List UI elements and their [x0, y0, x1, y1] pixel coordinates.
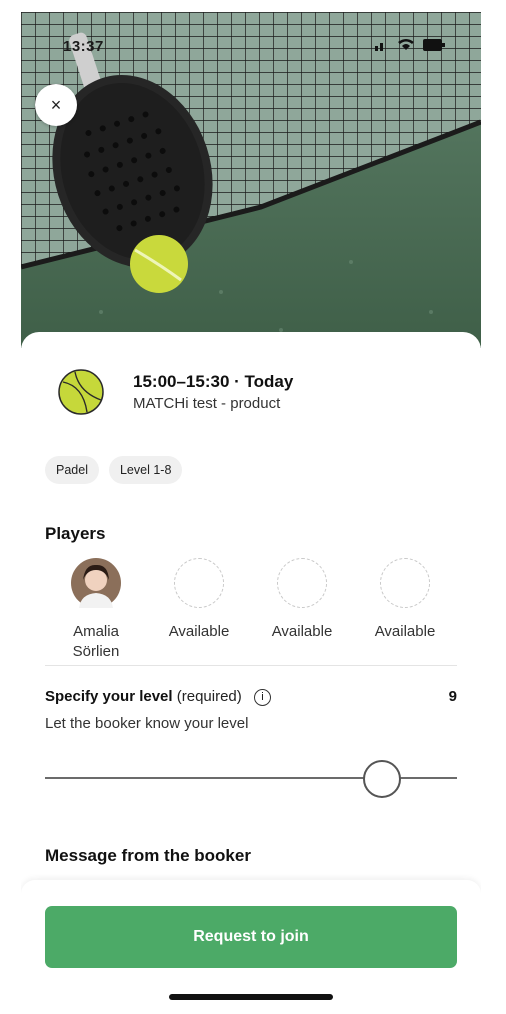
tags-row: Padel Level 1-8 [45, 456, 183, 484]
players-title: Players [45, 524, 106, 543]
slider-thumb[interactable] [363, 760, 401, 798]
divider [45, 665, 457, 666]
slot-status: Available [271, 623, 333, 640]
close-button[interactable]: × [35, 84, 77, 126]
level-slider[interactable] [45, 760, 457, 798]
level-required: (required) [176, 688, 242, 705]
bottom-action-bar: Request to join [21, 880, 481, 1014]
message-title: Message from the booker [45, 846, 251, 865]
empty-slot-circle [380, 558, 430, 608]
tennis-ball-icon [58, 369, 104, 415]
level-header: Specify your level (required) i 9 [45, 688, 457, 706]
status-icons [375, 38, 445, 51]
empty-slot-circle [174, 558, 224, 608]
match-time: 15:00–15:30 · Today [133, 372, 294, 391]
avatar [71, 558, 121, 608]
padel-court-photo [21, 12, 481, 348]
level-hint: Let the booker know your level [45, 715, 249, 732]
level-value: 9 [448, 688, 457, 705]
player-slot-1[interactable]: Amalia Sörlien [46, 558, 146, 662]
close-icon: × [50, 94, 62, 115]
slot-status: Available [374, 623, 436, 640]
player-name: Amalia Sörlien [72, 623, 120, 660]
slot-status: Available [168, 623, 230, 640]
player-slot-2[interactable]: Available [149, 558, 249, 642]
hero-image: 13:37 × [21, 12, 481, 348]
level-label: Specify your level [45, 688, 173, 705]
tag-level: Level 1-8 [108, 456, 183, 484]
status-time: 13:37 [63, 38, 104, 55]
players-list: Amalia Sörlien Available Available Avail… [45, 558, 457, 678]
match-summary: 15:00–15:30 · Today MATCHi test - produc… [57, 368, 293, 416]
empty-slot-circle [277, 558, 327, 608]
info-icon[interactable]: i [253, 688, 271, 706]
booking-screen: 13:37 × 15:00–15:30 · Today MATCHi test … [21, 12, 481, 1014]
player-slot-3[interactable]: Available [252, 558, 352, 642]
status-bar: 13:37 [21, 38, 481, 58]
wifi-icon [398, 39, 414, 50]
battery-icon [423, 38, 445, 51]
tag-sport: Padel [45, 456, 99, 484]
match-club: MATCHi test - product [133, 395, 281, 412]
request-to-join-button[interactable]: Request to join [45, 906, 457, 968]
home-indicator [169, 994, 333, 1000]
player-slot-4[interactable]: Available [355, 558, 455, 642]
signal-icon [375, 42, 383, 51]
